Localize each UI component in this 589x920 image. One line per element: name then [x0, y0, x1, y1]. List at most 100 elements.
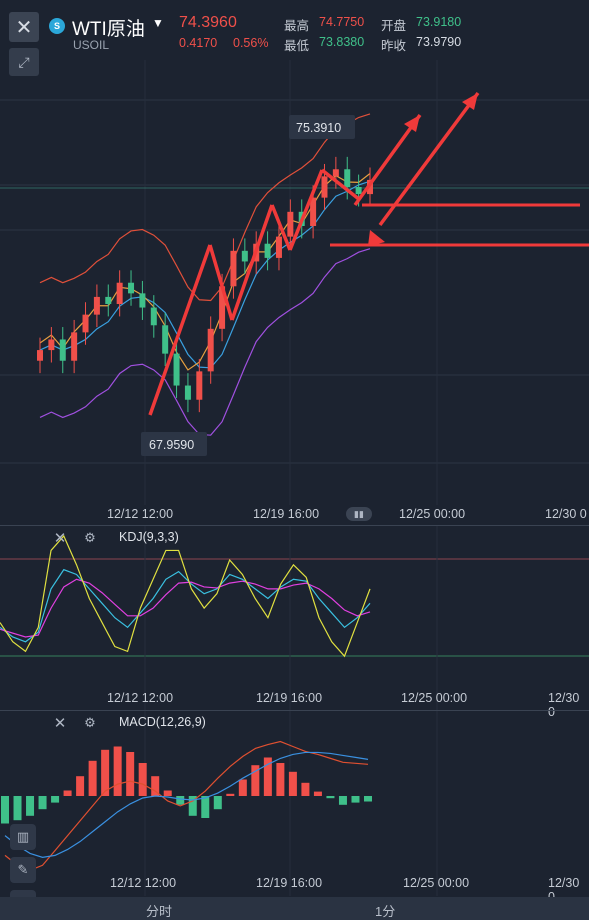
candle-body: [48, 339, 55, 351]
boll-mid-line: [39, 180, 371, 369]
macd-bar: [126, 752, 135, 796]
tab-timeshare[interactable]: 分时: [146, 901, 172, 920]
close-icon[interactable]: ✕: [52, 715, 68, 732]
candle-body: [71, 332, 78, 361]
main-chart[interactable]: 75.3910 67.9590: [0, 60, 589, 505]
macd-bar: [364, 796, 372, 802]
candle-body: [82, 314, 89, 333]
open-label: 开盘: [381, 19, 407, 33]
price-change: 0.4170: [179, 36, 218, 50]
macd-bar: [313, 791, 322, 796]
high-label: 最高: [284, 19, 310, 33]
drawn-arrow: [353, 113, 422, 207]
candle-body: [184, 385, 191, 400]
macd-bar: [338, 796, 347, 805]
x-tick-label: 12/25 00:00: [401, 691, 468, 705]
x-tick-label: 12/19 16:00: [253, 507, 320, 521]
candle-body: [207, 328, 214, 372]
x-tick-label: 12/12 12:00: [107, 691, 174, 705]
macd-bar: [13, 796, 22, 821]
macd-bar: [51, 796, 60, 803]
candle-body: [105, 296, 112, 304]
x-tick-label: 12/30 0: [545, 507, 587, 521]
pencil-icon[interactable]: ✎: [10, 857, 36, 883]
close-icon[interactable]: ✕: [9, 12, 39, 42]
candle-body: [37, 350, 43, 361]
x-tick-label: 12/12 12:00: [107, 507, 174, 521]
symbol-name[interactable]: WTI原油: [72, 14, 145, 41]
macd-bar: [351, 796, 360, 803]
arrow-head: [462, 93, 478, 110]
macd-bar: [26, 796, 35, 816]
kdj-j-line: [0, 534, 371, 658]
candle-body: [344, 169, 351, 187]
macd-bar: [1, 796, 9, 824]
x-tick-label: 12/25 00:00: [403, 876, 470, 890]
candle-body: [321, 176, 328, 198]
main-chart-svg[interactable]: 75.3910 67.9590: [0, 60, 589, 505]
macd-bar: [213, 796, 222, 810]
macd-bar: [76, 776, 85, 796]
macd-bar: [163, 790, 172, 796]
macd-bar: [201, 796, 210, 818]
candle-body: [287, 211, 294, 237]
symbol-code: USOIL: [73, 38, 110, 52]
boll-upper-line: [39, 113, 371, 302]
candle-body: [128, 282, 135, 294]
macd-bar: [63, 790, 72, 796]
low-annotation: 67.9590: [149, 438, 194, 452]
candle-body: [355, 187, 362, 195]
settings-icon[interactable]: ⚙: [82, 530, 98, 546]
x-tick-label: 12/19 16:00: [256, 876, 323, 890]
macd-bar: [326, 796, 335, 799]
boll-lower-line: [39, 248, 371, 436]
high-annotation: 75.3910: [296, 121, 341, 135]
symbol-logo-icon: S: [49, 18, 65, 34]
macd-dif-line: [4, 740, 369, 871]
last-price: 74.3960: [179, 14, 237, 31]
candle-body: [264, 243, 271, 258]
macd-chart-svg[interactable]: [0, 711, 589, 896]
macd-dea-line: [4, 751, 369, 858]
macd-bar: [276, 763, 285, 796]
candle-type-icon[interactable]: ▥: [10, 824, 36, 850]
close-icon[interactable]: ✕: [52, 530, 68, 547]
low-value: 73.8380: [319, 35, 365, 49]
caret-down-icon[interactable]: ▼: [152, 16, 164, 30]
prev-close-label: 昨收: [381, 39, 407, 53]
low-label: 最低: [284, 39, 310, 53]
period-tabs: 分时 1分: [0, 897, 589, 920]
kdj-title: KDJ(9,3,3): [119, 530, 179, 544]
main-x-axis: 12/12 12:00 12/19 16:00 ▮▮ 12/25 00:00 1…: [0, 503, 589, 525]
candle-body: [93, 296, 100, 315]
kdj-panel[interactable]: ✕ ⚙ KDJ(9,3,3) 12/12 12:00 12/19 16:00 1…: [0, 525, 589, 719]
kdj-k-line: [0, 568, 371, 643]
x-tick-label: 12/25 00:00: [399, 507, 466, 521]
macd-bar: [238, 779, 247, 796]
open-value: 73.9180: [416, 15, 462, 29]
candle-body: [116, 282, 123, 304]
ma-line: [39, 173, 371, 371]
candle-body: [196, 371, 203, 400]
macd-panel[interactable]: ✕ ⚙ MACD(12,26,9) 12/12 12:00 12/19 16:0…: [0, 710, 589, 904]
macd-bar: [88, 760, 97, 796]
macd-bar: [301, 782, 310, 796]
macd-bar: [38, 796, 47, 810]
x-tick-label: 12/19 16:00: [256, 691, 323, 705]
arrow-head: [404, 115, 420, 132]
settings-icon[interactable]: ⚙: [82, 715, 98, 731]
macd-bar: [138, 763, 147, 796]
kdj-d-line: [0, 578, 371, 638]
tab-1min[interactable]: 1分: [375, 901, 395, 920]
scroll-handle-icon[interactable]: ▮▮: [346, 507, 372, 521]
kdj-chart-svg[interactable]: [0, 526, 589, 711]
candle-body: [230, 250, 237, 287]
candle-body: [150, 307, 157, 326]
high-value: 74.7750: [319, 15, 365, 29]
macd-bar: [288, 771, 297, 796]
candle-body: [241, 250, 248, 262]
macd-title: MACD(12,26,9): [119, 715, 206, 729]
candle-body: [275, 236, 282, 258]
prev-close-value: 73.9790: [416, 35, 462, 49]
candle-body: [139, 293, 146, 308]
